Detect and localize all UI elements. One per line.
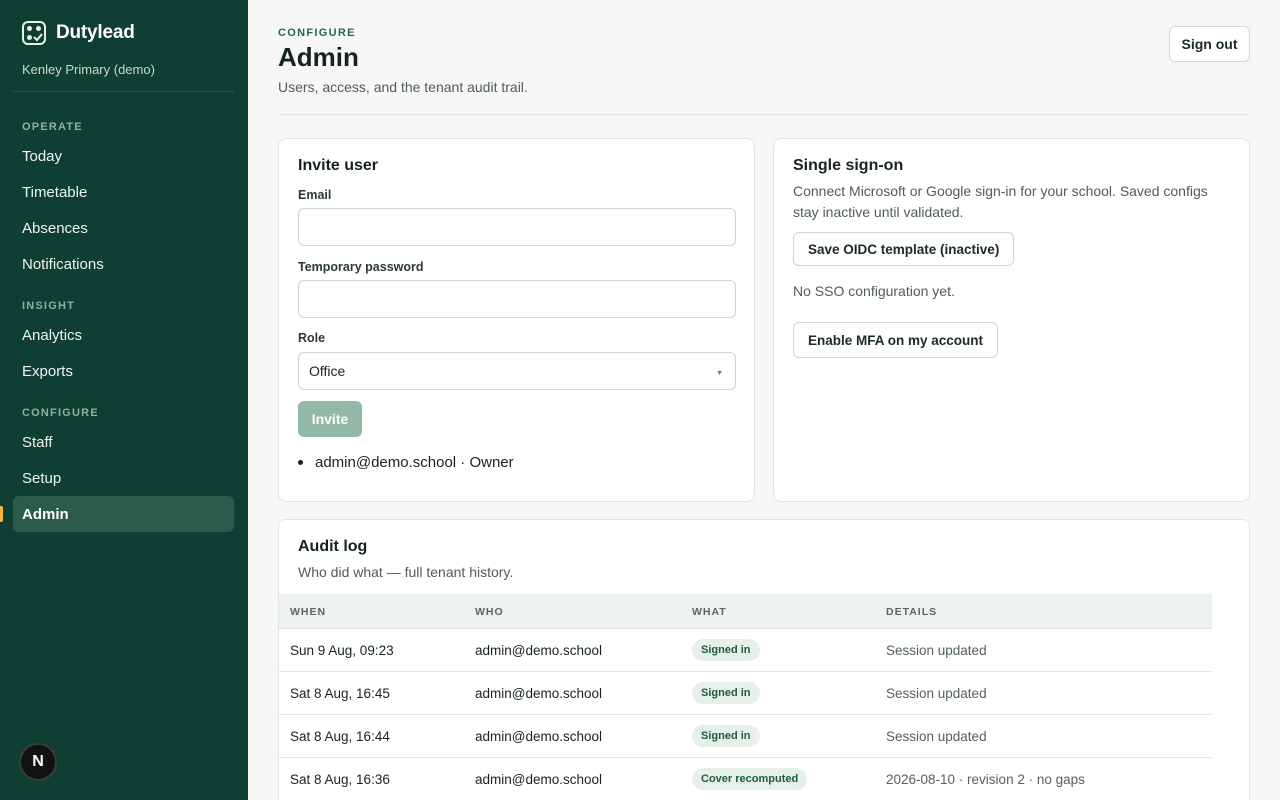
role-label: Role — [298, 331, 326, 345]
avatar[interactable]: N — [19, 743, 57, 781]
sidebar: Dutylead Kenley Primary (demo) OPERATE T… — [0, 0, 248, 800]
email-field[interactable] — [298, 208, 736, 246]
audit-log-title: Audit log — [298, 538, 368, 555]
role-select[interactable]: Office ▼ — [298, 352, 736, 390]
user-entry: admin@demo.school · Owner — [315, 454, 514, 471]
sign-out-button[interactable]: Sign out — [1169, 26, 1250, 62]
role-select-value: Office — [309, 363, 346, 379]
sidebar-item-today[interactable]: Today — [13, 138, 234, 174]
page-eyebrow: CONFIGURE — [278, 27, 356, 39]
temporary-password-field[interactable] — [298, 280, 736, 318]
cell-who: admin@demo.school — [475, 772, 603, 787]
sso-status-text: No SSO configuration yet. — [793, 283, 955, 299]
sidebar-item-staff[interactable]: Staff — [13, 424, 234, 460]
cell-when: Sat 8 Aug, 16:45 — [290, 686, 390, 701]
table-header: WHEN WHO WHAT DETAILS — [279, 594, 1212, 629]
column-header-details[interactable]: DETAILS — [886, 606, 937, 618]
sidebar-item-exports[interactable]: Exports — [13, 353, 234, 389]
sidebar-item-timetable[interactable]: Timetable — [13, 174, 234, 210]
page-subtitle: Users, access, and the tenant audit trai… — [278, 79, 528, 95]
section-label-insight: INSIGHT — [22, 300, 76, 312]
cell-details: 2026-08-10 · revision 2 · no gaps — [886, 772, 1085, 787]
save-oidc-template-button[interactable]: Save OIDC template (inactive) — [793, 232, 1015, 266]
sidebar-item-setup[interactable]: Setup — [13, 460, 234, 496]
cell-who: admin@demo.school — [475, 686, 603, 701]
chevron-down-icon: ▼ — [716, 370, 723, 377]
cell-details: Session updated — [886, 643, 987, 658]
column-header-who[interactable]: WHO — [475, 606, 504, 618]
invite-card-title: Invite user — [298, 157, 379, 174]
sidebar-divider — [13, 91, 234, 92]
audit-log-card: Audit log Who did what — full tenant his… — [278, 519, 1250, 800]
column-header-what[interactable]: WHAT — [692, 606, 727, 618]
checklist-logo-icon — [22, 21, 46, 45]
invite-button[interactable]: Invite — [298, 401, 362, 437]
status-badge: Cover recomputed — [692, 768, 808, 790]
sso-card: Single sign-on Connect Microsoft or Goog… — [773, 138, 1250, 502]
tenant-name: Kenley Primary (demo) — [22, 62, 155, 77]
cell-details: Session updated — [886, 729, 987, 744]
audit-log-subtitle: Who did what — full tenant history. — [298, 564, 514, 580]
sso-card-title: Single sign-on — [793, 157, 904, 174]
column-header-when[interactable]: WHEN — [290, 606, 326, 618]
sidebar-item-admin[interactable]: Admin — [13, 496, 234, 532]
status-badge: Signed in — [692, 725, 760, 747]
cell-who: admin@demo.school — [475, 729, 603, 744]
brand-name: Dutylead — [56, 22, 135, 43]
main-content: CONFIGURE Admin Users, access, and the t… — [248, 0, 1280, 800]
page-title: Admin — [278, 42, 359, 72]
table-row[interactable]: Sat 8 Aug, 16:45 admin@demo.school Signe… — [279, 672, 1212, 715]
section-label-operate: OPERATE — [22, 121, 83, 133]
cell-when: Sat 8 Aug, 16:44 — [290, 729, 390, 744]
invite-user-card: Invite user Email Temporary password Rol… — [278, 138, 755, 502]
table-row[interactable]: Sat 8 Aug, 16:44 admin@demo.school Signe… — [279, 715, 1212, 758]
password-label: Temporary password — [298, 260, 424, 274]
sidebar-item-analytics[interactable]: Analytics — [13, 317, 234, 353]
section-label-configure: CONFIGURE — [22, 407, 99, 419]
brand[interactable]: Dutylead — [22, 21, 135, 45]
email-label: Email — [298, 188, 332, 202]
sidebar-item-absences[interactable]: Absences — [13, 210, 234, 246]
cell-when: Sun 9 Aug, 09:23 — [290, 643, 394, 658]
audit-table: WHEN WHO WHAT DETAILS Sun 9 Aug, 09:23 a… — [279, 594, 1212, 800]
table-row[interactable]: Sat 8 Aug, 16:36 admin@demo.school Cover… — [279, 758, 1212, 800]
user-list-item: admin@demo.school · Owner — [298, 454, 514, 471]
cell-when: Sat 8 Aug, 16:36 — [290, 772, 390, 787]
bullet-icon — [298, 460, 303, 465]
table-row[interactable]: Sun 9 Aug, 09:23 admin@demo.school Signe… — [279, 629, 1212, 672]
status-badge: Signed in — [692, 639, 760, 661]
header-divider — [278, 114, 1250, 115]
cell-details: Session updated — [886, 686, 987, 701]
status-badge: Signed in — [692, 682, 760, 704]
cell-who: admin@demo.school — [475, 643, 603, 658]
enable-mfa-button[interactable]: Enable MFA on my account — [793, 322, 999, 358]
active-indicator — [0, 506, 3, 522]
sso-description: Connect Microsoft or Google sign-in for … — [793, 183, 1208, 220]
sidebar-item-notifications[interactable]: Notifications — [13, 246, 234, 282]
